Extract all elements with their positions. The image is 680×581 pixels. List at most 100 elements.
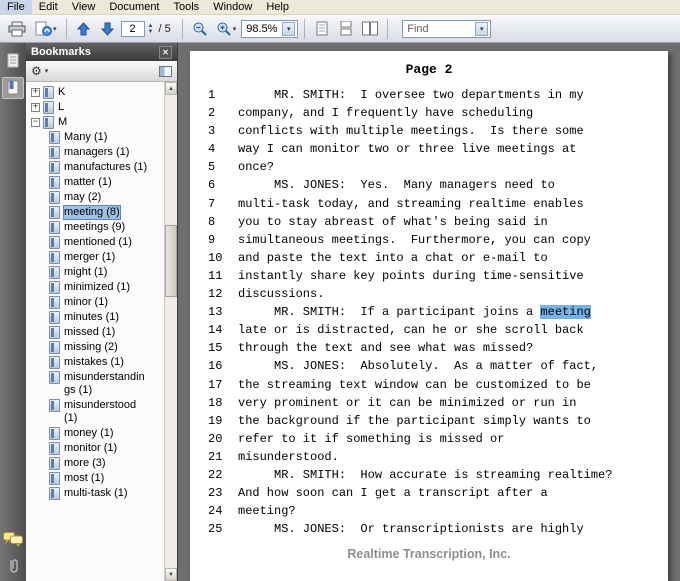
expand-bookmark-button[interactable]: [159, 65, 172, 77]
zoom-level-value: 98.5%: [246, 22, 278, 35]
line-text: way I can monitor two or three live meet…: [238, 142, 577, 157]
chevron-down-icon[interactable]: ▾: [282, 21, 296, 36]
find-input[interactable]: Find ▾: [402, 19, 492, 38]
line-number: 17: [208, 377, 223, 392]
transcript-line: 3 conflicts with multiple meetings. Is th…: [190, 122, 668, 140]
bookmark-item[interactable]: monitor (1): [28, 441, 164, 456]
bookmark-icon: [49, 371, 60, 384]
bookmark-item[interactable]: misunderstandings (1): [28, 370, 164, 398]
bookmarks-panel-button[interactable]: [2, 77, 24, 99]
bookmark-label: manufactures (1): [64, 161, 148, 173]
page-number-input[interactable]: [120, 20, 145, 37]
bookmarks-scrollbar[interactable]: ▲ ▼: [164, 82, 177, 581]
line-number: 6: [208, 178, 216, 193]
bookmark-icon: [49, 341, 60, 354]
menu-tools[interactable]: Tools: [167, 0, 207, 14]
bookmark-item-selected[interactable]: meeting (8): [28, 205, 164, 220]
bookmark-label: minutes (1): [64, 311, 120, 323]
bookmark-label: minor (1): [64, 296, 109, 308]
next-page-button[interactable]: [97, 18, 119, 40]
line-text: the streaming text window can be customi…: [238, 377, 591, 392]
bookmark-item[interactable]: matter (1): [28, 175, 164, 190]
bookmark-icon: [49, 176, 60, 189]
bookmark-item[interactable]: money (1): [28, 426, 164, 441]
line-text: discussions.: [238, 287, 325, 302]
line-number: 18: [208, 395, 223, 410]
bookmark-icon: [43, 86, 54, 99]
line-number: 9: [208, 232, 216, 247]
bookmark-item[interactable]: most (1): [28, 471, 164, 486]
bookmark-icon: [49, 146, 60, 159]
bookmark-icon: [49, 457, 60, 470]
menu-view[interactable]: View: [65, 0, 103, 14]
bookmark-item[interactable]: minimized (1): [28, 280, 164, 295]
line-text: very prominent or it can be minimized or…: [238, 395, 577, 410]
scroll-down-button[interactable]: ▼: [165, 568, 177, 581]
line-text: And how soon can I get a transcript afte…: [238, 486, 548, 501]
pages-panel-button[interactable]: [2, 50, 24, 72]
find-placeholder: Find: [407, 22, 429, 35]
bookmark-label: monitor (1): [64, 442, 118, 454]
options-menu-button[interactable]: ⚙ ▾: [31, 65, 48, 77]
menu-help[interactable]: Help: [259, 0, 296, 14]
menu-document[interactable]: Document: [102, 0, 166, 14]
continuous-view-button[interactable]: [335, 18, 357, 40]
down-arrow-icon: [101, 22, 115, 36]
scrollbar-thumb[interactable]: [165, 225, 177, 297]
bookmark-label: may (2): [64, 191, 102, 203]
transcript-line: 7 multi-task today, and streaming realtim…: [190, 195, 668, 213]
bookmark-item[interactable]: manufactures (1): [28, 160, 164, 175]
line-number: 8: [208, 214, 216, 229]
menu-window[interactable]: Window: [206, 0, 259, 14]
bookmark-item[interactable]: misunderstood (1): [28, 398, 164, 426]
close-icon: ✕: [162, 47, 169, 57]
transcript-line: 24 meeting?: [190, 502, 668, 520]
bookmark-item[interactable]: mistakes (1): [28, 355, 164, 370]
comments-panel-button[interactable]: [2, 528, 24, 550]
single-page-view-button[interactable]: [311, 18, 333, 40]
bookmark-item[interactable]: minor (1): [28, 295, 164, 310]
bookmark-item[interactable]: mentioned (1): [28, 235, 164, 250]
line-number: 25: [208, 522, 223, 537]
bookmark-icon: [49, 161, 60, 174]
print-button[interactable]: [5, 18, 29, 40]
bookmark-item[interactable]: may (2): [28, 190, 164, 205]
email-button[interactable]: ▾: [31, 18, 60, 40]
bookmark-item[interactable]: − M: [28, 115, 164, 130]
close-panel-button[interactable]: ✕: [159, 45, 172, 59]
line-text: company, and I frequently have schedulin…: [238, 106, 534, 121]
bookmark-item[interactable]: + K: [28, 85, 164, 100]
scroll-up-button[interactable]: ▲: [165, 82, 177, 95]
transcript-line: 14 late or is distracted, can he or she s…: [190, 321, 668, 339]
facing-view-button[interactable]: [359, 18, 381, 40]
zoom-level-select[interactable]: 98.5% ▾: [241, 19, 299, 38]
page-spinner[interactable]: ▲ ▼: [148, 23, 154, 35]
bookmark-item[interactable]: + L: [28, 100, 164, 115]
bookmark-item[interactable]: Many (1): [28, 130, 164, 145]
zoom-out-button[interactable]: [189, 18, 211, 40]
previous-page-button[interactable]: [73, 18, 95, 40]
collapse-minus-icon[interactable]: −: [31, 118, 40, 127]
menu-edit[interactable]: Edit: [32, 0, 65, 14]
line-text: the background if the participant simply…: [238, 413, 591, 428]
bookmark-item[interactable]: multi-task (1): [28, 486, 164, 501]
attachments-panel-button[interactable]: [2, 555, 24, 577]
bookmark-item[interactable]: merger (1): [28, 250, 164, 265]
zoom-in-button[interactable]: ▾: [213, 18, 240, 40]
scrollbar-track[interactable]: [165, 95, 177, 568]
expand-plus-icon[interactable]: +: [31, 103, 40, 112]
line-number: 5: [208, 160, 216, 175]
bookmark-item[interactable]: missing (2): [28, 340, 164, 355]
continuous-page-icon: [340, 21, 352, 36]
bookmark-icon: [49, 399, 60, 412]
bookmark-item[interactable]: more (3): [28, 456, 164, 471]
bookmark-item[interactable]: minutes (1): [28, 310, 164, 325]
bookmark-item[interactable]: meetings (9): [28, 220, 164, 235]
menu-file[interactable]: File: [0, 0, 32, 14]
bookmark-item[interactable]: managers (1): [28, 145, 164, 160]
line-text: and paste the text into a chat or e-mail…: [238, 250, 548, 265]
bookmark-item[interactable]: missed (1): [28, 325, 164, 340]
chevron-down-icon[interactable]: ▾: [475, 21, 489, 36]
expand-plus-icon[interactable]: +: [31, 88, 40, 97]
bookmark-item[interactable]: might (1): [28, 265, 164, 280]
